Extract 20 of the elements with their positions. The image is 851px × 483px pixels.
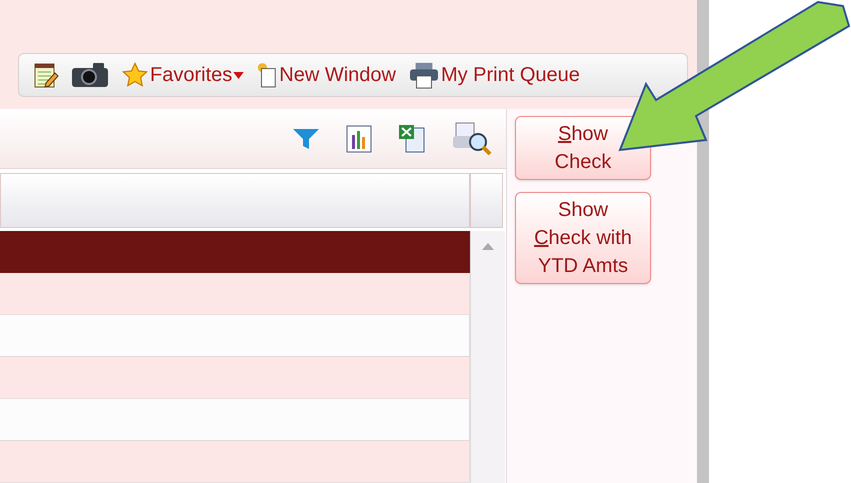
new-window-icon (256, 61, 278, 89)
caret-icon (233, 72, 244, 78)
spreadsheet-icon[interactable] (398, 124, 426, 154)
notepad-icon (33, 61, 59, 89)
menu-button[interactable]: Favorites (121, 60, 244, 90)
toolbar-button[interactable]: New Window (256, 60, 396, 90)
bar-chart-icon[interactable] (346, 124, 372, 152)
camera-icon (71, 62, 109, 88)
column-header[interactable] (0, 173, 470, 228)
toolbar-button[interactable]: My Print Queue (408, 60, 580, 90)
star-icon (121, 61, 149, 89)
toolbar-button[interactable] (33, 61, 59, 89)
printer-icon (408, 61, 440, 89)
table-row[interactable] (0, 231, 470, 273)
filter-icon[interactable] (292, 126, 320, 150)
toolbar-button[interactable] (71, 62, 109, 88)
action-button[interactable]: Show Check with YTD Amts (515, 192, 651, 284)
print-preview-icon[interactable] (452, 122, 492, 156)
scroll-up-icon[interactable] (482, 243, 494, 250)
column-header[interactable] (470, 173, 503, 228)
